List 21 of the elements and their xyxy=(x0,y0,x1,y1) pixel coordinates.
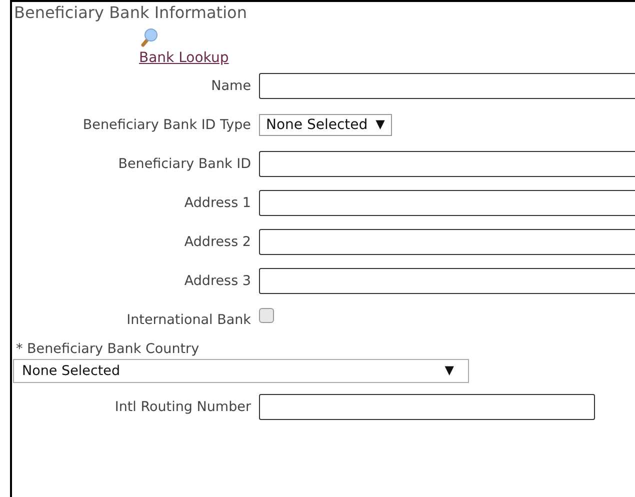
field-label: Intl Routing Number xyxy=(114,398,252,414)
input-field[interactable] xyxy=(259,268,635,294)
input-field[interactable] xyxy=(259,394,595,420)
field-label: Address 1 xyxy=(183,194,252,210)
field-label: International Bank xyxy=(126,312,252,328)
field-label: Beneficiary Bank ID Type xyxy=(82,116,252,132)
checkbox[interactable] xyxy=(259,308,274,323)
field-label: Beneficiary Bank ID xyxy=(117,156,252,172)
input-field[interactable] xyxy=(259,190,635,216)
field-label: * Beneficiary Bank Country xyxy=(15,341,200,357)
section-title: Beneficiary Bank Information xyxy=(13,2,248,24)
country-dropdown[interactable]: None Selected ▼ xyxy=(13,359,469,383)
input-field[interactable] xyxy=(259,72,635,98)
field-label: Name xyxy=(210,78,252,94)
input-field[interactable] xyxy=(259,150,635,176)
id-type-dropdown[interactable]: None Selected ▼ xyxy=(259,114,392,136)
search-icon[interactable] xyxy=(140,28,158,48)
input-field[interactable] xyxy=(259,228,635,254)
bank-lookup-link[interactable]: Bank Lookup xyxy=(139,50,229,66)
field-label: Address 2 xyxy=(183,234,252,250)
field-label: Address 3 xyxy=(183,272,252,288)
